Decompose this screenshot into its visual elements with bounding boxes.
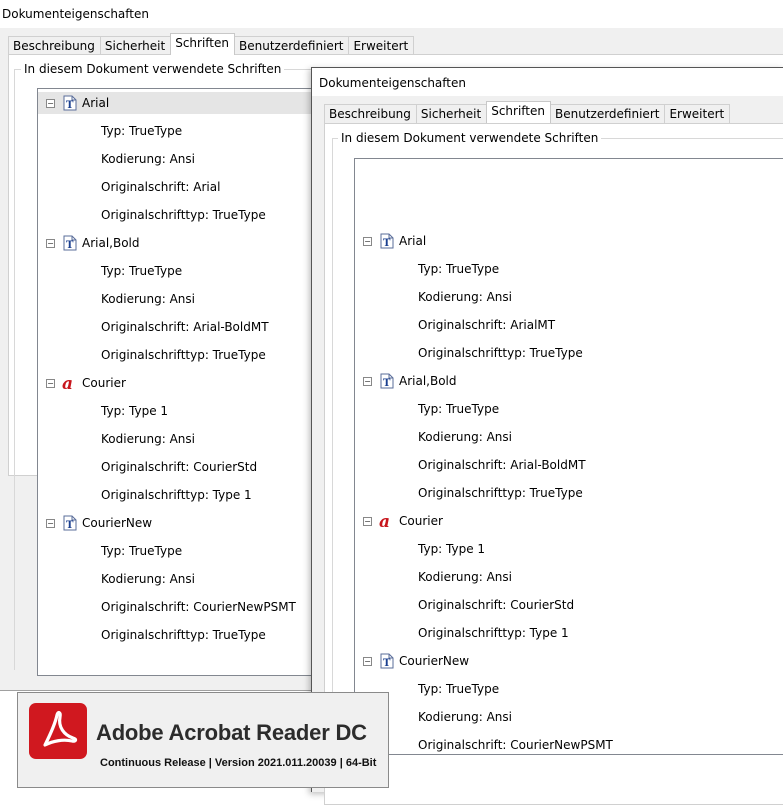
font-property[interactable]: Kodierung: Ansi bbox=[418, 570, 512, 584]
font-property[interactable]: Originalschrifttyp: TrueType bbox=[101, 348, 266, 362]
back-tab-sicherheit[interactable]: Sicherheit bbox=[99, 36, 172, 55]
product-name: Adobe Acrobat Reader DC bbox=[96, 720, 367, 745]
font-property[interactable]: Originalschrift: CourierNewPSMT bbox=[101, 600, 296, 614]
font-property[interactable]: Originalschrift: CourierStd bbox=[418, 598, 574, 612]
font-name: Arial bbox=[82, 96, 110, 110]
truetype-font-icon: T bbox=[379, 653, 395, 669]
font-property[interactable]: Typ: Type 1 bbox=[418, 542, 485, 556]
font-property[interactable]: Kodierung: Ansi bbox=[101, 432, 195, 446]
front-tab-beschreibung[interactable]: Beschreibung bbox=[324, 104, 417, 123]
font-property[interactable]: Typ: TrueType bbox=[418, 682, 499, 696]
front-fonts-tree[interactable]: − T Arial Typ: TrueType Kodierung: Ansi Origi… bbox=[354, 158, 783, 755]
font-name: CourierNew bbox=[399, 654, 470, 668]
acrobat-about-banner: Adobe Acrobat Reader DC Continuous Relea… bbox=[17, 692, 389, 788]
font-property[interactable]: Typ: TrueType bbox=[101, 544, 182, 558]
collapse-toggle-icon[interactable]: − bbox=[46, 379, 55, 388]
front-dialog-title: Dokumenteigenschaften bbox=[319, 76, 466, 90]
truetype-font-icon: T bbox=[62, 95, 78, 111]
svg-text:a: a bbox=[379, 513, 390, 529]
collapse-toggle-icon[interactable]: − bbox=[363, 657, 372, 666]
font-property[interactable]: Kodierung: Ansi bbox=[101, 152, 195, 166]
svg-text:T: T bbox=[66, 100, 74, 111]
front-properties-dialog: Dokumenteigenschaften Beschreibung Siche… bbox=[311, 67, 783, 805]
front-title-bar: Dokumenteigenschaften bbox=[312, 68, 783, 96]
back-title-bar: Dokumenteigenschaften bbox=[0, 0, 783, 28]
collapse-toggle-icon[interactable]: − bbox=[46, 519, 55, 528]
front-font-node[interactable]: − T Arial bbox=[355, 230, 783, 252]
font-property[interactable]: Originalschrifttyp: TrueType bbox=[101, 628, 266, 642]
font-property[interactable]: Kodierung: Ansi bbox=[418, 710, 512, 724]
type1-font-icon: a bbox=[379, 512, 395, 532]
front-font-node[interactable]: − T Arial,Bold bbox=[355, 370, 783, 392]
truetype-font-icon: T bbox=[62, 235, 78, 251]
font-name: Courier bbox=[399, 514, 443, 528]
font-property[interactable]: Originalschrifttyp: TrueType bbox=[418, 486, 583, 500]
acrobat-logo-icon bbox=[29, 703, 87, 759]
font-property[interactable]: Originalschrift: CourierNewPSMT bbox=[418, 738, 613, 752]
front-tab-sicherheit[interactable]: Sicherheit bbox=[415, 104, 488, 123]
font-name: Arial,Bold bbox=[82, 236, 140, 250]
collapse-toggle-icon[interactable]: − bbox=[46, 99, 55, 108]
font-property[interactable]: Originalschrift: Arial-BoldMT bbox=[418, 458, 586, 472]
front-font-node[interactable]: − T CourierNew bbox=[355, 650, 783, 672]
collapse-toggle-icon[interactable]: − bbox=[46, 239, 55, 248]
font-property[interactable]: Kodierung: Ansi bbox=[418, 430, 512, 444]
font-name: Arial,Bold bbox=[399, 374, 457, 388]
font-property[interactable]: Kodierung: Ansi bbox=[101, 292, 195, 306]
svg-text:T: T bbox=[383, 378, 391, 389]
font-property[interactable]: Kodierung: Ansi bbox=[418, 290, 512, 304]
type1-font-icon: a bbox=[62, 374, 78, 394]
svg-text:T: T bbox=[383, 658, 391, 669]
font-property[interactable]: Originalschrift: Arial bbox=[101, 180, 220, 194]
font-property[interactable]: Typ: TrueType bbox=[101, 264, 182, 278]
back-group-label: In diesem Dokument verwendete Schriften bbox=[21, 62, 285, 76]
font-property[interactable]: Typ: TrueType bbox=[418, 402, 499, 416]
back-font-node[interactable]: − T Arial,Bold bbox=[38, 232, 358, 254]
truetype-font-icon: T bbox=[379, 373, 395, 389]
back-font-node[interactable]: − T CourierNew bbox=[38, 512, 358, 534]
svg-text:a: a bbox=[62, 375, 73, 391]
svg-text:T: T bbox=[383, 238, 391, 249]
svg-text:T: T bbox=[66, 240, 74, 251]
back-tab-beschreibung[interactable]: Beschreibung bbox=[8, 36, 101, 55]
back-tab-schriften[interactable]: Schriften bbox=[170, 33, 235, 55]
front-font-node[interactable]: − a Courier bbox=[355, 510, 783, 532]
front-tab-schriften[interactable]: Schriften bbox=[486, 101, 551, 123]
font-property[interactable]: Typ: TrueType bbox=[418, 262, 499, 276]
back-dialog-title: Dokumenteigenschaften bbox=[2, 7, 149, 21]
font-name: Courier bbox=[82, 376, 126, 390]
truetype-font-icon: T bbox=[379, 233, 395, 249]
collapse-toggle-icon[interactable]: − bbox=[363, 517, 372, 526]
collapse-toggle-icon[interactable]: − bbox=[363, 377, 372, 386]
font-property[interactable]: Originalschrifttyp: TrueType bbox=[418, 346, 583, 360]
font-property[interactable]: Originalschrift: Arial-BoldMT bbox=[101, 320, 269, 334]
release-info: Continuous Release | Version 2021.011.20… bbox=[100, 757, 377, 769]
font-property[interactable]: Kodierung: Ansi bbox=[101, 572, 195, 586]
front-tab-erweitert[interactable]: Erweitert bbox=[664, 104, 731, 123]
svg-text:T: T bbox=[66, 520, 74, 531]
font-property[interactable]: Originalschrifttyp: Type 1 bbox=[418, 626, 569, 640]
font-property[interactable]: Typ: Type 1 bbox=[101, 404, 168, 418]
back-tab-strip: Beschreibung Sicherheit Schriften Benutz… bbox=[8, 33, 415, 55]
front-group-label: In diesem Dokument verwendete Schriften bbox=[338, 131, 602, 145]
font-property[interactable]: Originalschrift: ArialMT bbox=[418, 318, 555, 332]
font-name: Arial bbox=[399, 234, 427, 248]
font-property[interactable]: Typ: TrueType bbox=[101, 124, 182, 138]
back-font-node[interactable]: − a Courier bbox=[38, 372, 358, 394]
front-tab-strip: Beschreibung Sicherheit Schriften Benutz… bbox=[324, 101, 731, 123]
font-name: CourierNew bbox=[82, 516, 153, 530]
font-property[interactable]: Originalschrifttyp: TrueType bbox=[101, 208, 266, 222]
front-tab-benutzerdefiniert[interactable]: Benutzerdefiniert bbox=[550, 104, 666, 123]
truetype-font-icon: T bbox=[62, 515, 78, 531]
font-property[interactable]: Originalschrifttyp: Type 1 bbox=[101, 488, 252, 502]
collapse-toggle-icon[interactable]: − bbox=[363, 237, 372, 246]
back-font-node[interactable]: − T Arial bbox=[38, 92, 358, 114]
font-property[interactable]: Originalschrift: CourierStd bbox=[101, 460, 257, 474]
back-tab-erweitert[interactable]: Erweitert bbox=[348, 36, 415, 55]
back-tab-benutzerdefiniert[interactable]: Benutzerdefiniert bbox=[234, 36, 350, 55]
